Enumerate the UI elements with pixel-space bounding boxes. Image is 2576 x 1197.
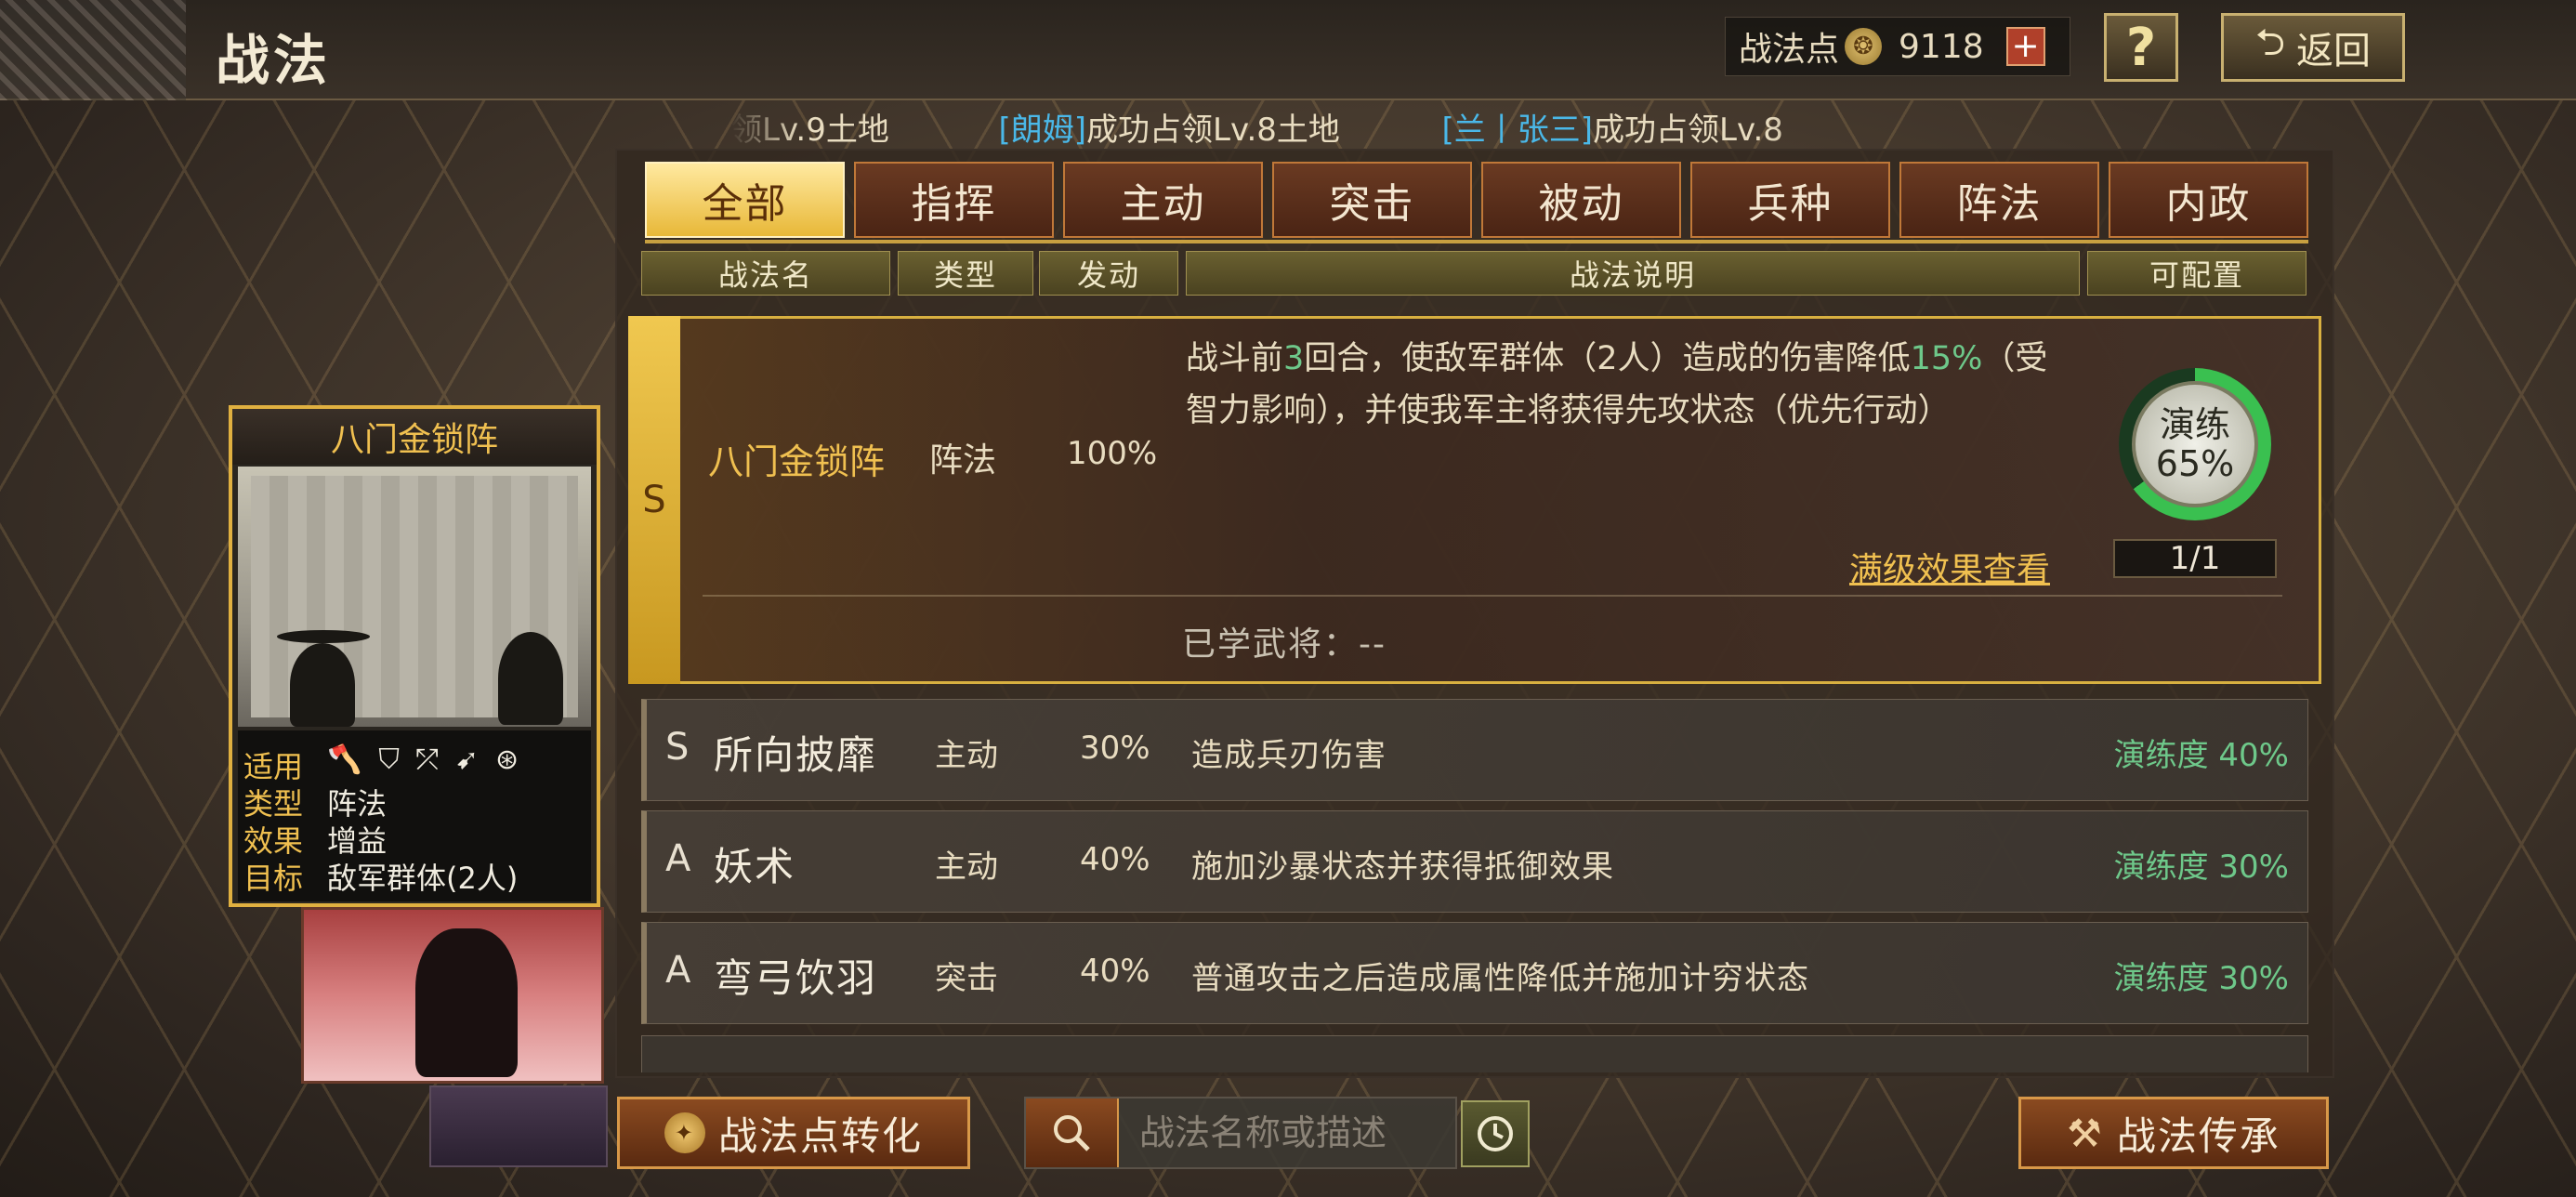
tactic-type: 阵法 — [929, 441, 997, 480]
category-tabs: 全部 指挥 主动 突击 被动 兵种 阵法 内政 — [645, 162, 2308, 238]
coin-icon: ❂ — [1845, 28, 1883, 65]
tab-passive[interactable]: 被动 — [1481, 162, 1681, 238]
tactic-description: 造成兵刃伤害 — [1191, 737, 1387, 774]
info-value: 敌军群体(2人) — [327, 861, 519, 896]
list-item[interactable]: S 所向披靡 主动 30% 造成兵刃伤害 演练度 40% — [641, 699, 2308, 801]
tactic-trigger-rate: 40% — [1080, 841, 1150, 878]
tactic-points-value: 9118 — [1899, 27, 1984, 66]
tab-formation[interactable]: 阵法 — [1899, 162, 2099, 238]
general-card-art[interactable] — [301, 907, 604, 1084]
ticker-player-name: [兰丨张三] — [1441, 112, 1594, 149]
ticker-text: 成功占领Lv.8土地 — [1086, 112, 1340, 149]
inherit-label: 战法传承 — [2116, 1112, 2280, 1159]
wheel-icon: ⊛ — [495, 743, 519, 776]
figure-silhouette — [498, 632, 563, 725]
card-info-panel: 适用 🪓 ⛉ ⤱ ➹ ⊛ 类型 阵法 效果 增益 目标 敌军群体(2人) — [238, 730, 591, 901]
tactic-name: 弯弓饮羽 — [714, 955, 878, 1001]
tab-active[interactable]: 主动 — [1063, 162, 1263, 238]
config-count: 1/1 — [2113, 539, 2277, 578]
practice-button[interactable]: 演练 65% — [2132, 381, 2258, 507]
back-button[interactable]: ⮌ 返回 — [2221, 13, 2405, 82]
tab-command[interactable]: 指挥 — [854, 162, 1054, 238]
tactic-points-display: 战法点 ❂ 9118 + — [1725, 17, 2070, 76]
desc-highlight: 15% — [1910, 340, 1983, 377]
tactic-name: 所向披靡 — [714, 732, 878, 778]
info-target: 目标 敌军群体(2人) — [243, 855, 518, 898]
clock-icon — [1478, 1116, 1513, 1151]
divider — [703, 595, 2282, 597]
general-card-art[interactable] — [429, 1085, 608, 1167]
desc-highlight: 3 — [1283, 340, 1305, 377]
desc-text: 战斗前 — [1186, 340, 1284, 377]
practice-value: 65% — [2155, 443, 2235, 484]
list-item-partial[interactable] — [641, 1035, 2308, 1072]
tactic-points-label: 战法点 — [1739, 31, 1840, 69]
tactic-trigger-rate: 40% — [1080, 953, 1150, 990]
practice-degree: 演练度 40% — [2113, 737, 2289, 774]
column-header-name: 战法名 — [641, 251, 890, 296]
top-bar — [0, 0, 2576, 100]
ticker-player-name: [朗姆] — [998, 112, 1087, 149]
max-level-effect-link[interactable]: 满级效果查看 — [1849, 543, 2050, 591]
tactic-type: 主动 — [935, 848, 998, 886]
practice-label: 演练 — [2159, 404, 2230, 445]
tactic-description: 战斗前3回合，使敌军群体（2人）造成的伤害降低15%（受智力影响），并使我军主将… — [1186, 333, 2069, 437]
help-button[interactable]: ? — [2104, 13, 2178, 82]
grade-badge: A — [665, 949, 691, 992]
add-points-button[interactable]: + — [2005, 27, 2045, 66]
grade-badge: S — [665, 726, 690, 769]
practice-degree: 演练度 30% — [2113, 848, 2289, 886]
list-item[interactable]: A 弯弓饮羽 突击 40% 普通攻击之后造成属性降低并施加计穷状态 演练度 30… — [641, 922, 2308, 1024]
search-button[interactable] — [1026, 1098, 1119, 1167]
ticker-text: 成功占领Lv.8 — [1593, 112, 1783, 149]
inherit-tactic-button[interactable]: ⚒ 战法传承 — [2018, 1097, 2329, 1169]
ticker-text: 领Lv.9土地 — [730, 112, 889, 149]
tactic-description: 普通攻击之后造成属性降低并施加计穷状态 — [1191, 960, 1809, 997]
column-header-type: 类型 — [898, 251, 1033, 296]
back-arrow-icon: ⮌ — [2254, 21, 2286, 64]
column-header-configurable: 可配置 — [2087, 251, 2307, 296]
search-input[interactable] — [1119, 1112, 1435, 1153]
tactic-illustration — [238, 467, 591, 727]
grade-badge: S — [628, 316, 680, 684]
info-label: 目标 — [243, 861, 304, 896]
practice-progress-ring[interactable]: 演练 65% — [2119, 368, 2271, 520]
tactic-trigger-rate: 30% — [1080, 730, 1150, 767]
tactic-type: 主动 — [935, 737, 998, 774]
figure-hat — [277, 630, 370, 643]
tabs-underline — [645, 240, 2308, 243]
figure-silhouette — [290, 643, 355, 727]
news-ticker: 领Lv.9土地 [朗姆]成功占领Lv.8土地 [兰丨张三]成功占领Lv.8 — [730, 104, 1883, 151]
hammer-icon: ⚒ — [2067, 1110, 2104, 1156]
tab-assault[interactable]: 突击 — [1272, 162, 1472, 238]
convert-points-button[interactable]: ✦ 战法点转化 — [617, 1097, 970, 1169]
search-icon — [1054, 1115, 1090, 1151]
general-silhouette — [415, 928, 518, 1077]
history-button[interactable] — [1461, 1100, 1530, 1167]
tab-internal-affairs[interactable]: 内政 — [2109, 162, 2308, 238]
tab-troop-type[interactable]: 兵种 — [1690, 162, 1890, 238]
tactic-name: 八门金锁阵 — [708, 441, 886, 482]
back-label: 返回 — [2296, 30, 2372, 72]
column-header-trigger: 发动 — [1039, 251, 1178, 296]
column-header-description: 战法说明 — [1186, 251, 2080, 296]
tab-all[interactable]: 全部 — [645, 162, 845, 238]
practice-degree: 演练度 30% — [2113, 960, 2289, 997]
grade-badge: A — [665, 837, 691, 880]
tactic-type: 突击 — [935, 960, 998, 997]
desc-text: 回合，使敌军群体（2人）造成的伤害降低 — [1304, 340, 1911, 377]
convert-label: 战法点转化 — [717, 1112, 923, 1159]
learned-generals: 已学武将：-- — [1182, 625, 1387, 664]
header-decoration — [0, 0, 186, 100]
tactic-trigger-rate: 100% — [1067, 435, 1158, 472]
list-item[interactable]: A 妖术 主动 40% 施加沙暴状态并获得抵御效果 演练度 30% — [641, 810, 2308, 913]
tactic-name: 妖术 — [714, 844, 796, 889]
spear-icon: ➹ — [454, 743, 480, 776]
search-bar — [1024, 1097, 1457, 1169]
card-title: 八门金锁阵 — [232, 409, 597, 465]
tactic-description: 施加沙暴状态并获得抵御效果 — [1191, 848, 1614, 886]
bow-icon: ⤱ — [415, 743, 439, 776]
flame-coin-icon: ✦ — [664, 1112, 705, 1153]
page-title: 战法 — [216, 29, 332, 92]
